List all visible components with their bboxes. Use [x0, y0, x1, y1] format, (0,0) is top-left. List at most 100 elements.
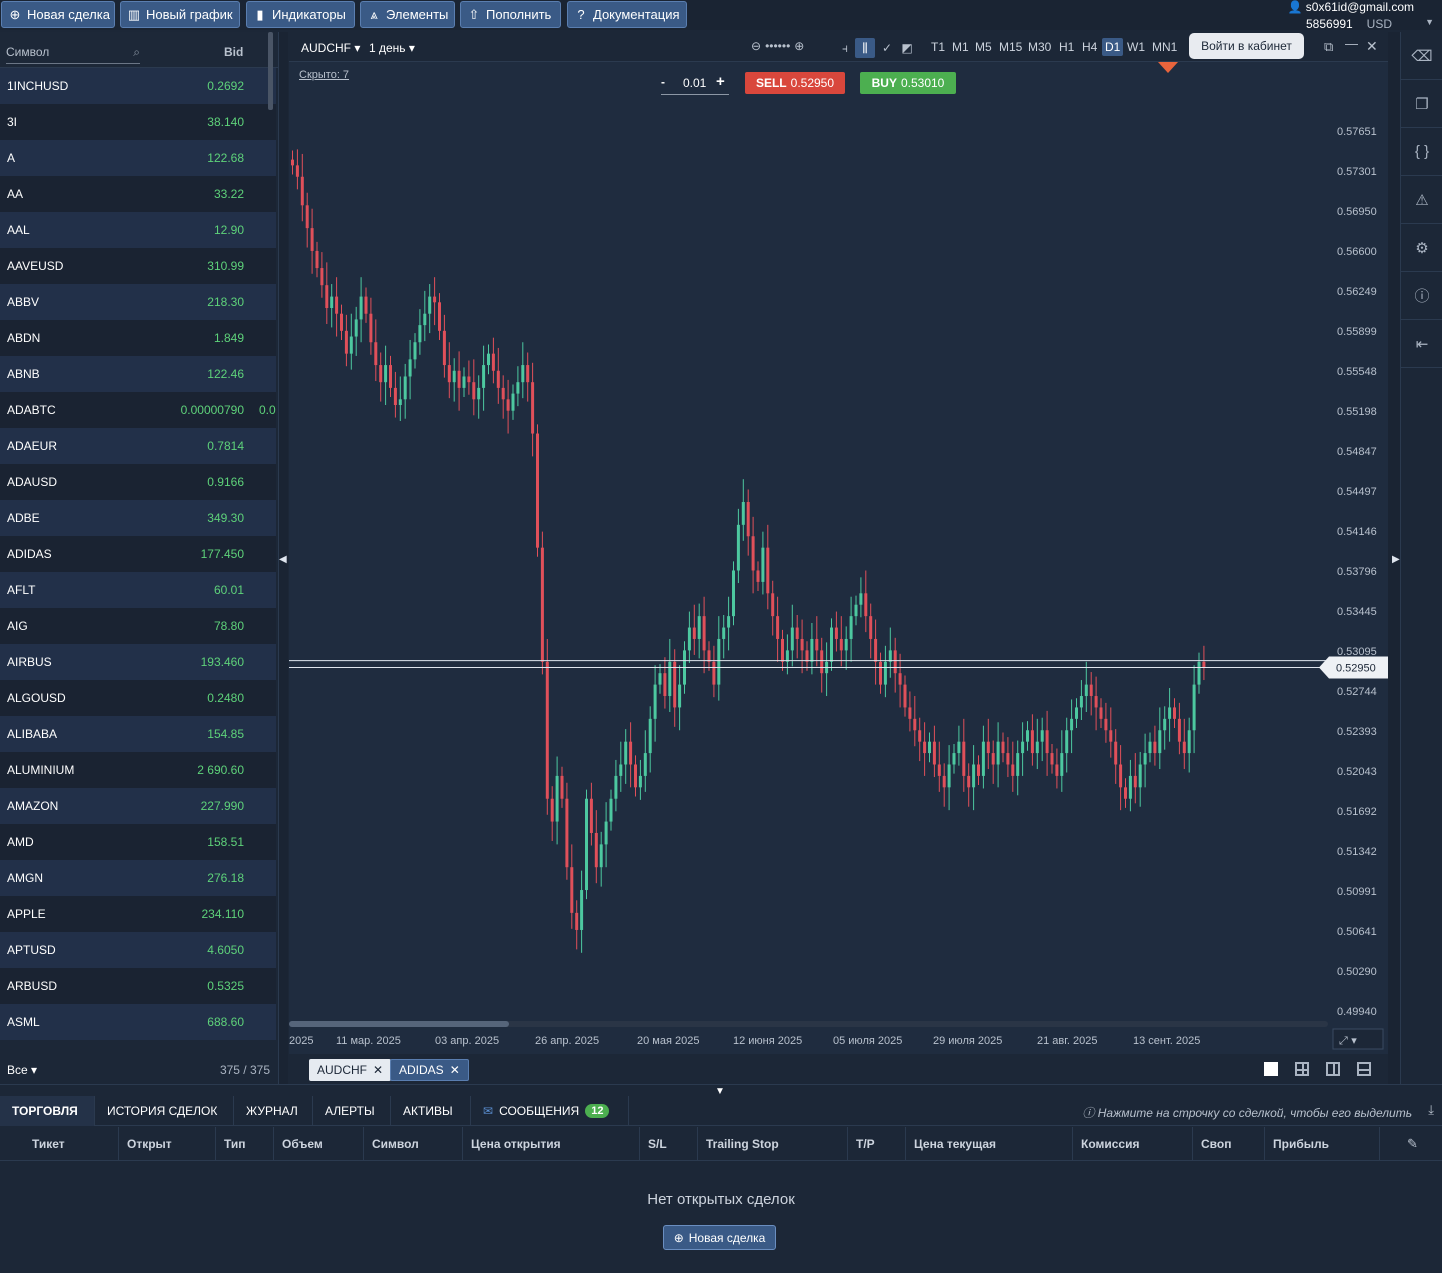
chart-symbol-select[interactable]: AUDCHF ▾: [301, 41, 360, 55]
elements-button[interactable]: ⩓ Элементы: [360, 1, 455, 28]
minimize-icon[interactable]: —: [1345, 36, 1358, 51]
column-header[interactable]: Цена текущая: [906, 1127, 1073, 1161]
account-menu[interactable]: 👤 s0x61id@gmail.com 5856991 USD ▼: [1264, 0, 1434, 31]
tab-trading[interactable]: ТОРГОВЛЯ: [0, 1096, 95, 1126]
new-chart-button[interactable]: ▥ Новый график: [120, 1, 240, 28]
candlestick-chart-icon[interactable]: ⫼: [855, 38, 875, 58]
symbol-row[interactable]: ARBUSD 0.5325: [0, 968, 276, 1004]
symbol-row[interactable]: APTUSD 4.6050: [0, 932, 276, 968]
symbol-row[interactable]: AFLT 60.01: [0, 572, 276, 608]
symbol-row[interactable]: AMGN 276.18: [0, 860, 276, 896]
resize-icon[interactable]: ⤢ ▾: [1339, 1034, 1357, 1047]
column-header[interactable]: Объем: [274, 1127, 364, 1161]
chart-period-select[interactable]: 1 день ▾: [369, 41, 415, 55]
column-header[interactable]: Символ: [364, 1127, 463, 1161]
timeframe-d1[interactable]: D1: [1102, 38, 1124, 56]
symbol-row[interactable]: AAL 12.90: [0, 212, 276, 248]
info-icon[interactable]: ⓘ: [1401, 272, 1442, 320]
symbol-row[interactable]: 3I 38.140: [0, 104, 276, 140]
symbol-row[interactable]: AMD 158.51: [0, 824, 276, 860]
layout-single-icon[interactable]: [1264, 1062, 1278, 1076]
tab-journal[interactable]: ЖУРНАЛ: [234, 1096, 313, 1126]
symbol-row[interactable]: AA 33.22: [0, 176, 276, 212]
line-bar-chart-icon[interactable]: ⫞: [835, 38, 855, 58]
symbol-row[interactable]: AIG 78.80: [0, 608, 276, 644]
new-deal-button[interactable]: ⊕ Новая сделка: [1, 1, 115, 28]
line-chart-icon[interactable]: ✓: [877, 38, 897, 58]
close-tab-icon[interactable]: ✕: [450, 1063, 460, 1077]
eraser-icon[interactable]: ⌫: [1401, 32, 1442, 80]
time-scrollbar-thumb[interactable]: [289, 1021, 509, 1027]
zoom-in-icon[interactable]: ⊕: [794, 39, 804, 53]
symbol-row[interactable]: AAVEUSD 310.99: [0, 248, 276, 284]
symbol-row[interactable]: ALUMINIUM 2 690.60: [0, 752, 276, 788]
tab-deal-history[interactable]: ИСТОРИЯ СДЕЛОК: [95, 1096, 234, 1126]
column-header[interactable]: Открыт: [119, 1127, 216, 1161]
symbol-row[interactable]: ALIBABA 154.85: [0, 716, 276, 752]
tab-assets[interactable]: АКТИВЫ: [391, 1096, 471, 1126]
area-chart-icon[interactable]: ◩: [897, 38, 917, 58]
symbol-filter-dropdown[interactable]: Все ▾: [7, 1063, 37, 1077]
warning-icon[interactable]: ⚠: [1401, 176, 1442, 224]
timeframe-m30[interactable]: M30: [1028, 40, 1051, 54]
edit-columns-icon[interactable]: ✎: [1407, 1136, 1418, 1152]
symbol-row[interactable]: ABBV 218.30: [0, 284, 276, 320]
chart-tab-audchf[interactable]: AUDCHF ✕: [309, 1059, 392, 1081]
column-header[interactable]: Trailing Stop: [698, 1127, 848, 1161]
symbol-row[interactable]: ASML 688.60: [0, 1004, 276, 1040]
symbol-row[interactable]: ADAEUR 0.7814: [0, 428, 276, 464]
deposit-button[interactable]: ⇧ Пополнить: [460, 1, 561, 28]
bid-column-header[interactable]: Bid: [224, 45, 243, 59]
collapse-right-icon[interactable]: ▶: [1392, 554, 1400, 565]
symbol-row[interactable]: ADABTC 0.00000790 0.0: [0, 392, 276, 428]
close-tab-icon[interactable]: ✕: [373, 1063, 383, 1077]
chart-tab-adidas[interactable]: ADIDAS ✕: [390, 1059, 469, 1081]
layout-grid-icon[interactable]: [1295, 1062, 1309, 1076]
layout-columns-icon[interactable]: [1326, 1062, 1340, 1076]
zoom-slider-icon[interactable]: ••••••: [765, 39, 790, 53]
timeframe-m1[interactable]: M1: [952, 40, 969, 54]
column-header[interactable]: Цена открытия: [463, 1127, 640, 1161]
external-window-icon[interactable]: ⧉: [1324, 39, 1333, 55]
timeframe-m5[interactable]: M5: [975, 40, 992, 54]
column-header[interactable]: Прибыль: [1265, 1127, 1380, 1161]
exit-icon[interactable]: ⇤: [1401, 320, 1442, 368]
download-icon[interactable]: ⤓: [1428, 1102, 1434, 1118]
tab-alerts[interactable]: АЛЕРТЫ: [313, 1096, 391, 1126]
symbol-scrollbar[interactable]: [268, 32, 273, 110]
timeframe-t1[interactable]: T1: [931, 40, 945, 54]
symbol-row[interactable]: A 122.68: [0, 140, 276, 176]
symbol-row[interactable]: AMAZON 227.990: [0, 788, 276, 824]
symbol-row[interactable]: ALGOUSD 0.2480: [0, 680, 276, 716]
documentation-button[interactable]: ? Документация: [567, 1, 687, 28]
close-icon[interactable]: ✕: [1366, 38, 1378, 55]
symbol-row[interactable]: AIRBUS 193.460: [0, 644, 276, 680]
new-deal-button-bottom[interactable]: ⊕ Новая сделка: [663, 1225, 776, 1250]
tab-messages[interactable]: ✉ СООБЩЕНИЯ 12: [471, 1096, 629, 1126]
windows-icon[interactable]: ❐: [1401, 80, 1442, 128]
timeframe-w1[interactable]: W1: [1127, 40, 1145, 54]
login-cabinet-tooltip[interactable]: Войти в кабинет: [1189, 33, 1304, 59]
price-chart[interactable]: 0.57651 0.57301 0.56950 0.56600 0.56249 0.558…: [289, 62, 1388, 1054]
symbol-row[interactable]: ADAUSD 0.9166: [0, 464, 276, 500]
column-header[interactable]: Тип: [216, 1127, 274, 1161]
symbol-row[interactable]: ABNB 122.46: [0, 356, 276, 392]
symbol-row[interactable]: ADBE 349.30: [0, 500, 276, 536]
collapse-left-icon[interactable]: ◀: [279, 554, 287, 565]
timeframe-h1[interactable]: H1: [1059, 40, 1074, 54]
column-header[interactable]: S/L: [640, 1127, 698, 1161]
symbol-row[interactable]: ABDN 1.849: [0, 320, 276, 356]
column-header[interactable]: Комиссия: [1073, 1127, 1193, 1161]
chevron-down-icon[interactable]: ▼: [1425, 17, 1434, 27]
column-header[interactable]: T/P: [848, 1127, 906, 1161]
layout-rows-icon[interactable]: [1357, 1062, 1371, 1076]
symbol-row[interactable]: 1INCHUSD 0.2692: [0, 68, 276, 104]
symbol-search-input[interactable]: Символ ⌕: [6, 42, 140, 64]
timeframe-h4[interactable]: H4: [1082, 40, 1097, 54]
column-header[interactable]: Тикет: [0, 1127, 119, 1161]
indicator-icon[interactable]: { }: [1401, 128, 1442, 176]
symbol-row[interactable]: APPLE 234.110: [0, 896, 276, 932]
gear-icon[interactable]: ⚙: [1401, 224, 1442, 272]
indicators-button[interactable]: ▮ Индикаторы: [246, 1, 355, 28]
symbol-row[interactable]: ADIDAS 177.450: [0, 536, 276, 572]
